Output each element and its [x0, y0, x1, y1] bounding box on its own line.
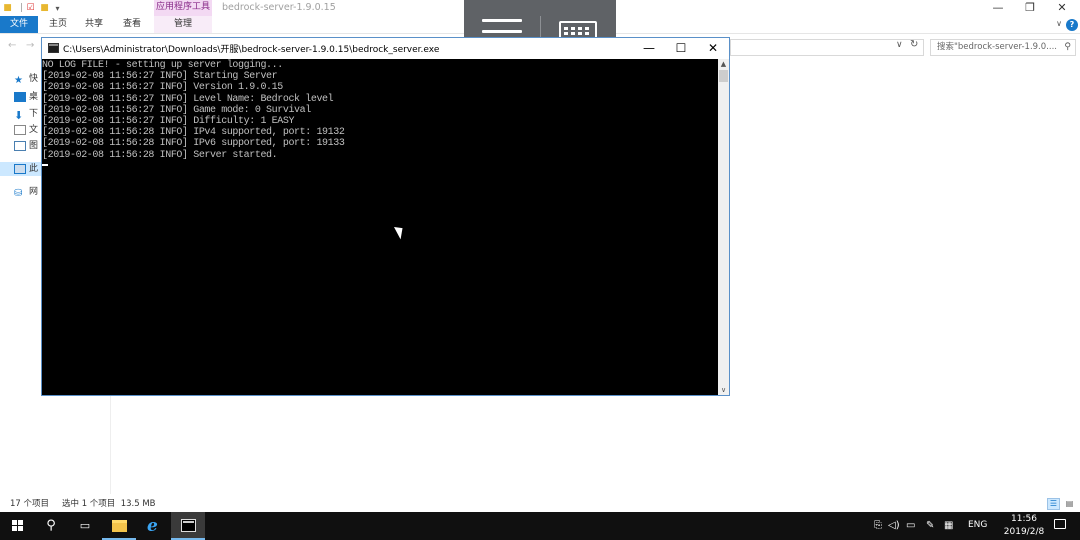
taskbar-internet-explorer[interactable]: e: [137, 512, 171, 540]
document-icon: [14, 124, 26, 135]
large-icons-view-icon[interactable]: ▤: [1063, 498, 1076, 510]
console-close-icon[interactable]: ✕: [697, 39, 729, 57]
status-bar: 17 个项目 选中 1 个项目 13.5 MB ☰ ▤: [0, 496, 1080, 512]
clock-date[interactable]: 2019/2/8: [1000, 527, 1048, 537]
touch-keyboard-icon[interactable]: ▦: [944, 520, 953, 531]
scroll-thumb[interactable]: [719, 70, 728, 82]
notification-icon[interactable]: [1054, 519, 1066, 529]
download-icon: ⬇: [14, 108, 24, 122]
console-line: [2019-02-08 11:56:28 INFO] IPv4 supporte…: [42, 127, 345, 139]
back-arrow-icon[interactable]: ←: [8, 40, 16, 51]
new-folder-icon[interactable]: ■: [39, 3, 50, 14]
search-icon: ⚲: [1064, 42, 1071, 52]
pen-icon[interactable]: ✎: [926, 520, 934, 531]
console-minimize-icon[interactable]: —: [633, 39, 665, 57]
search-placeholder: 搜索"bedrock-server-1.9.0....: [937, 42, 1057, 52]
console-line: [2019-02-08 11:56:27 INFO] Starting Serv…: [42, 71, 278, 83]
usb-icon[interactable]: ⎘: [874, 520, 882, 531]
star-icon: ★: [14, 74, 23, 86]
console-line: [2019-02-08 11:56:27 INFO] Difficulty: 1…: [42, 116, 295, 128]
console-cursor-line: [42, 161, 718, 172]
text-cursor: [42, 164, 48, 167]
selection-info: 选中 1 个项目 13.5 MB: [62, 499, 156, 509]
ribbon-collapse-icon[interactable]: ∨: [1056, 19, 1062, 28]
console-titlebar[interactable]: C:\Users\Administrator\Downloads\开服\bedr…: [42, 38, 729, 59]
scroll-up-icon[interactable]: ▲: [718, 59, 729, 69]
console-scrollbar[interactable]: ▲ ∨: [718, 59, 729, 395]
details-view-icon[interactable]: ☰: [1047, 498, 1060, 510]
volume-icon[interactable]: ◁): [888, 520, 900, 531]
network-tray-icon[interactable]: ▭: [906, 520, 915, 531]
minimize-icon[interactable]: —: [982, 0, 1014, 16]
scroll-down-icon[interactable]: ∨: [718, 385, 729, 395]
tab-share[interactable]: 共享: [78, 16, 110, 33]
forward-arrow-icon[interactable]: →: [26, 40, 34, 51]
console-line: [2019-02-08 11:56:28 INFO] Server starte…: [42, 149, 278, 161]
help-icon[interactable]: ?: [1066, 19, 1078, 31]
task-view-icon[interactable]: ▭: [68, 512, 102, 540]
start-button[interactable]: [0, 512, 34, 540]
taskbar-file-explorer[interactable]: [102, 512, 136, 540]
quick-access-dropdown-icon[interactable]: ▾: [52, 3, 63, 14]
console-line: [2019-02-08 11:56:27 INFO] Level Name: B…: [42, 93, 334, 105]
picture-icon: [14, 140, 26, 151]
console-line: [2019-02-08 11:56:27 INFO] Game mode: 0 …: [42, 104, 311, 116]
console-line: [2019-02-08 11:56:28 INFO] IPv6 supporte…: [42, 138, 345, 150]
address-dropdown-icon[interactable]: ∨: [896, 40, 903, 50]
console-line: [2019-02-08 11:56:27 INFO] Version 1.9.0…: [42, 82, 283, 94]
computer-icon: [14, 163, 26, 174]
desktop-icon: [14, 91, 26, 102]
console-maximize-icon[interactable]: ☐: [665, 39, 697, 57]
internet-explorer-icon: e: [147, 516, 158, 536]
tab-view[interactable]: 查看: [116, 16, 148, 33]
taskbar-console[interactable]: [171, 512, 205, 540]
refresh-icon[interactable]: ↻: [910, 39, 918, 50]
taskbar: ⚲ ▭ e ⎘ ◁) ▭ ✎ ▦ ENG 11:56 2019/2/8: [0, 512, 1080, 540]
taskbar-search-icon[interactable]: ⚲: [34, 512, 68, 540]
console-window[interactable]: C:\Users\Administrator\Downloads\开服\bedr…: [41, 37, 730, 396]
application-tools-context-tab: 应用程序工具: [154, 0, 212, 16]
language-indicator[interactable]: ENG: [968, 520, 987, 530]
folder-icon: ■: [3, 3, 12, 13]
explorer-window-title: bedrock-server-1.9.0.15: [222, 2, 336, 13]
network-icon: ⛁: [14, 187, 23, 199]
properties-icon[interactable]: ☑: [25, 3, 36, 14]
search-input[interactable]: 搜索"bedrock-server-1.9.0.... ⚲: [930, 39, 1076, 56]
tab-manage[interactable]: 管理: [154, 16, 212, 33]
console-icon: [181, 519, 196, 532]
console-output[interactable]: NO LOG FILE! - setting up server logging…: [42, 59, 718, 395]
console-window-title: C:\Users\Administrator\Downloads\开服\bedr…: [63, 45, 440, 55]
address-box[interactable]: [730, 39, 924, 56]
file-explorer-icon: [112, 520, 127, 532]
tab-file[interactable]: 文件: [0, 16, 38, 33]
clock-time[interactable]: 11:56: [1004, 514, 1044, 524]
console-line: NO LOG FILE! - setting up server logging…: [42, 60, 283, 71]
tab-home[interactable]: 主页: [42, 16, 74, 33]
restore-icon[interactable]: ❐: [1014, 0, 1046, 16]
close-icon[interactable]: ✕: [1046, 0, 1078, 16]
item-count: 17 个项目: [10, 499, 50, 509]
console-app-icon: [48, 43, 59, 53]
